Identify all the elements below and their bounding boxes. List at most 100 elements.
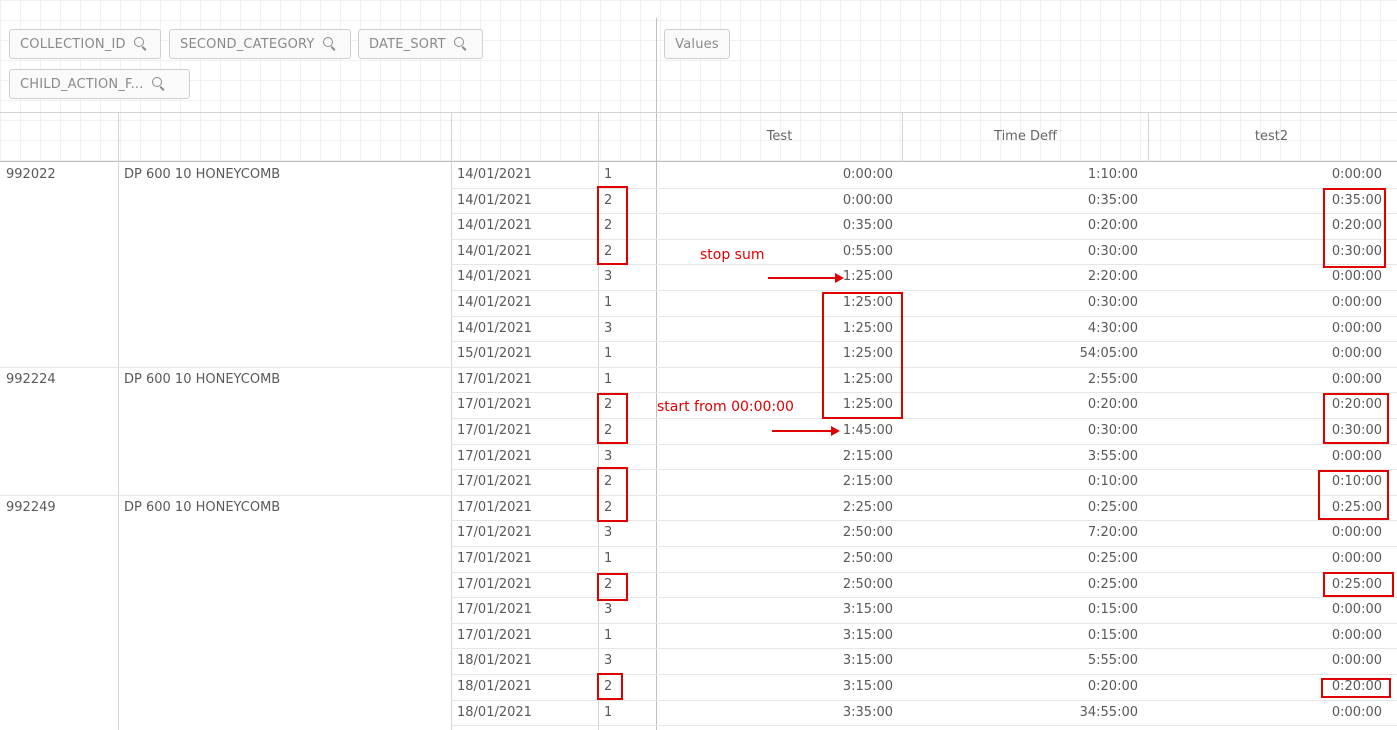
table-row[interactable]: 14/01/2021 2 0:00:00 0:35:00 0:35:00 [0, 188, 1397, 215]
dimension-label: DATE_SORT [369, 36, 446, 52]
cell-test: 3:15:00 [842, 653, 893, 669]
search-icon[interactable] [453, 37, 468, 51]
cell-test2: 0:30:00 [1331, 243, 1382, 259]
cell-test: 1:25:00 [842, 320, 893, 336]
table-row[interactable]: 14/01/2021 1 1:25:00 0:30:00 0:00:00 [0, 290, 1397, 317]
cell-date-sort: 17/01/2021 [457, 397, 532, 413]
column-header-test2[interactable]: test2 [1149, 112, 1394, 161]
table-row[interactable]: 14/01/2021 2 0:35:00 0:20:00 0:20:00 [0, 213, 1397, 240]
cell-time-deff: 0:10:00 [1087, 474, 1138, 490]
cell-time-deff: 0:30:00 [1087, 243, 1138, 259]
table-row[interactable]: 18/01/2021 2 3:15:00 0:20:00 0:20:00 [0, 674, 1397, 701]
cell-date-sort: 18/01/2021 [457, 679, 532, 694]
table-row[interactable]: 18/01/2021 3 3:15:00 5:55:00 0:00:00 [0, 648, 1397, 675]
cell-test: 2:50:00 [842, 525, 893, 541]
table-row[interactable]: 17/01/2021 1 3:15:00 0:15:00 0:00:00 [0, 623, 1397, 650]
cell-test: 2:50:00 [842, 576, 893, 592]
cell-test2: 0:00:00 [1331, 269, 1382, 285]
values-chip[interactable]: Values [664, 29, 730, 59]
table-row[interactable]: 14/01/2021 2 0:55:00 0:30:00 0:30:00 [0, 239, 1397, 266]
cell-second-category [124, 341, 444, 367]
header-top-line [0, 112, 1397, 113]
table-row[interactable]: 992022 DP 600 10 HONEYCOMB 14/01/2021 1 0:00… [0, 162, 1397, 189]
dimension-chip-collection-id[interactable]: COLLECTION_ID [9, 29, 161, 59]
dimension-chip-second-category[interactable]: SECOND_CATEGORY [169, 29, 351, 59]
cell-time-deff: 0:30:00 [1087, 295, 1138, 310]
cell-time-deff: 0:15:00 [1087, 627, 1138, 643]
dimension-chip-date-sort[interactable]: DATE_SORT [358, 29, 483, 59]
column-header-test[interactable]: Test [657, 112, 902, 161]
table-row[interactable]: 992249 DP 600 10 HONEYCOMB 17/01/2021 2 2:25… [0, 495, 1397, 522]
column-header-time-deff[interactable]: Time Deff [903, 112, 1148, 161]
cell-child-action: 1 [604, 295, 613, 310]
cell-test: 2:25:00 [842, 499, 893, 515]
cell-test: 2:15:00 [842, 474, 893, 490]
cell-time-deff: 7:20:00 [1087, 525, 1138, 541]
dimension-chip-child-action[interactable]: CHILD_ACTION_F... [9, 69, 190, 99]
cell-test: 3:35:00 [842, 704, 893, 720]
cell-collection-id: 992022 [6, 167, 56, 182]
table-row[interactable]: 17/01/2021 3 2:15:00 3:55:00 0:00:00 [0, 444, 1397, 471]
cell-date-sort: 14/01/2021 [457, 243, 532, 259]
cell-collection-id [6, 572, 114, 598]
cell-date-sort: 18/01/2021 [457, 653, 532, 669]
cell-test2: 0:00:00 [1331, 653, 1382, 669]
cell-time-deff: 0:35:00 [1087, 192, 1138, 208]
cell-test2: 0:20:00 [1331, 218, 1382, 234]
cell-collection-id [6, 469, 114, 495]
cell-time-deff: 2:55:00 [1087, 371, 1138, 387]
table-row[interactable]: 17/01/2021 3 3:15:00 0:15:00 0:00:00 [0, 597, 1397, 624]
cell-time-deff: 54:05:00 [1079, 346, 1138, 362]
cell-test2: 0:35:00 [1331, 192, 1382, 208]
cell-time-deff: 3:55:00 [1087, 448, 1138, 464]
cell-test: 0:55:00 [842, 243, 893, 259]
cell-time-deff: 1:10:00 [1087, 167, 1138, 182]
cell-child-action: 3 [604, 448, 613, 464]
cell-collection-id [6, 213, 114, 239]
cell-test: 0:35:00 [842, 218, 893, 234]
cell-child-action: 1 [604, 167, 613, 182]
cell-time-deff: 0:20:00 [1087, 397, 1138, 413]
table-row[interactable]: 17/01/2021 1 2:50:00 0:25:00 0:00:00 [0, 546, 1397, 573]
cell-child-action: 2 [604, 576, 613, 592]
cell-second-category [124, 700, 444, 726]
cell-date-sort: 14/01/2021 [457, 167, 532, 182]
cell-date-sort: 17/01/2021 [457, 602, 532, 618]
cell-date-sort: 17/01/2021 [457, 627, 532, 643]
search-icon[interactable] [322, 37, 337, 51]
cell-child-action: 1 [604, 704, 613, 720]
cell-test: 3:15:00 [842, 627, 893, 643]
cell-second-category [124, 572, 444, 598]
cell-date-sort: 17/01/2021 [457, 423, 532, 438]
cell-test: 2:50:00 [842, 551, 893, 566]
search-icon[interactable] [151, 77, 166, 91]
cell-second-category [124, 392, 444, 418]
cell-test2: 0:00:00 [1331, 602, 1382, 618]
table-row[interactable]: 15/01/2021 1 1:25:00 54:05:00 0:00:00 [0, 341, 1397, 368]
table-row[interactable]: 14/01/2021 3 1:25:00 4:30:00 0:00:00 [0, 316, 1397, 343]
table-row[interactable]: 14/01/2021 3 1:25:00 2:20:00 0:00:00 [0, 264, 1397, 291]
cell-collection-id [6, 239, 114, 265]
table-row[interactable]: 17/01/2021 2 1:45:00 0:30:00 0:30:00 [0, 418, 1397, 445]
cell-second-category [124, 316, 444, 342]
cell-child-action: 2 [604, 192, 613, 208]
cell-second-category [124, 648, 444, 674]
cell-test2: 0:10:00 [1331, 474, 1382, 490]
cell-child-action: 2 [604, 423, 613, 438]
table-row[interactable]: 18/01/2021 1 3:35:00 34:55:00 0:00:00 [0, 700, 1397, 727]
cell-test2: 0:00:00 [1331, 704, 1382, 720]
annotation-stop-sum: stop sum [700, 247, 765, 263]
cell-date-sort: 14/01/2021 [457, 320, 532, 336]
search-icon[interactable] [133, 37, 148, 51]
cell-test2: 0:00:00 [1331, 320, 1382, 336]
table-row[interactable]: 17/01/2021 3 2:50:00 7:20:00 0:00:00 [0, 520, 1397, 547]
cell-test2: 0:00:00 [1331, 448, 1382, 464]
table-row[interactable]: 17/01/2021 2 2:50:00 0:25:00 0:25:00 [0, 572, 1397, 599]
dimension-label: CHILD_ACTION_F... [20, 76, 144, 92]
cell-date-sort: 17/01/2021 [457, 371, 532, 387]
annotation-arrow [768, 273, 844, 283]
table-row[interactable]: 992224 DP 600 10 HONEYCOMB 17/01/2021 1 1:25… [0, 367, 1397, 394]
cell-child-action: 3 [604, 525, 613, 541]
cell-test: 0:00:00 [842, 192, 893, 208]
table-row[interactable]: 17/01/2021 2 2:15:00 0:10:00 0:10:00 [0, 469, 1397, 496]
